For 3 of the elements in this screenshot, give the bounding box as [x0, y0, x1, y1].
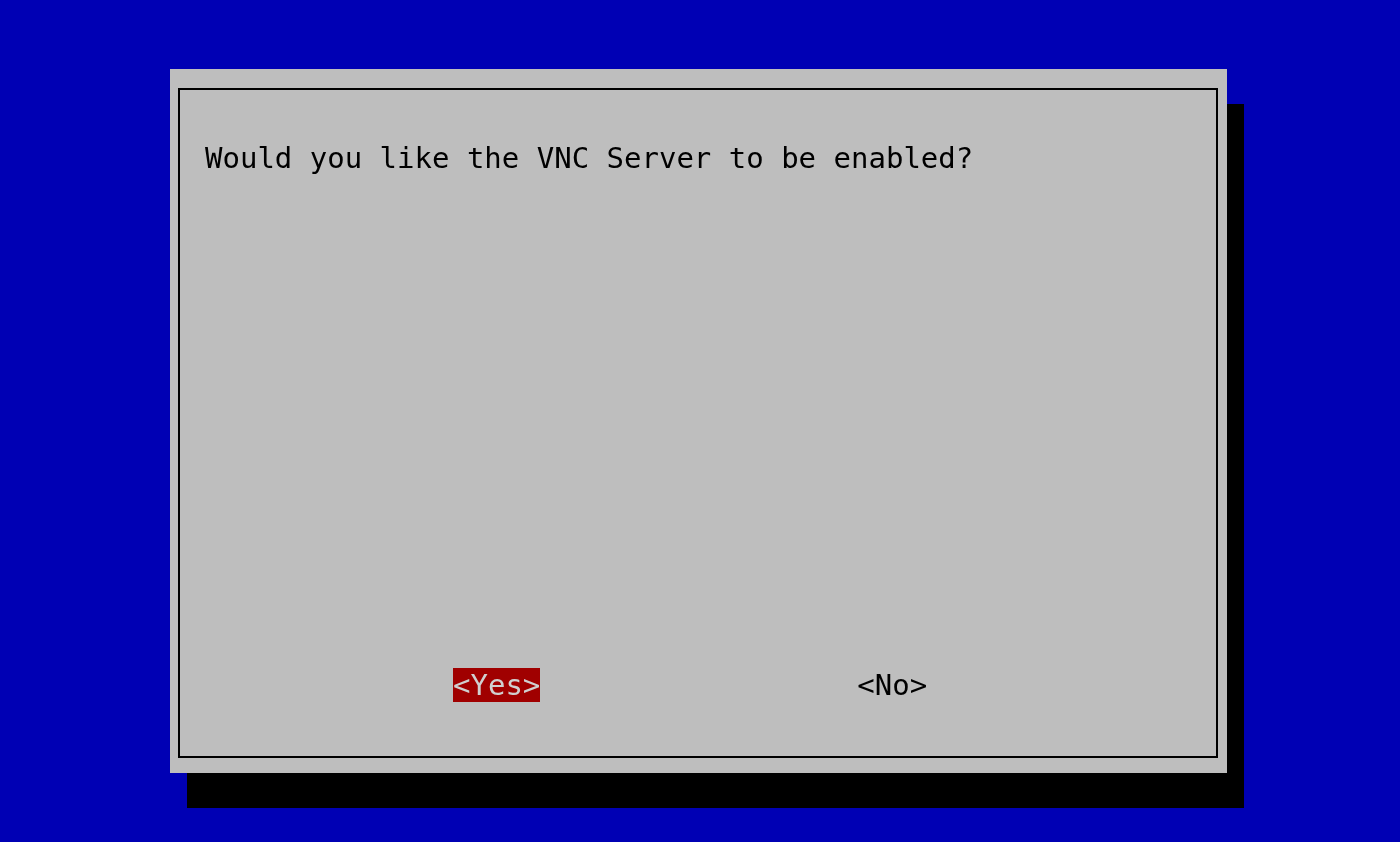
dialog-button[interactable]: <No> [857, 668, 928, 702]
dialog-message: Would you like the VNC Server to be enabled? [205, 140, 975, 176]
dialog-button[interactable]: <Yes> [453, 668, 541, 702]
